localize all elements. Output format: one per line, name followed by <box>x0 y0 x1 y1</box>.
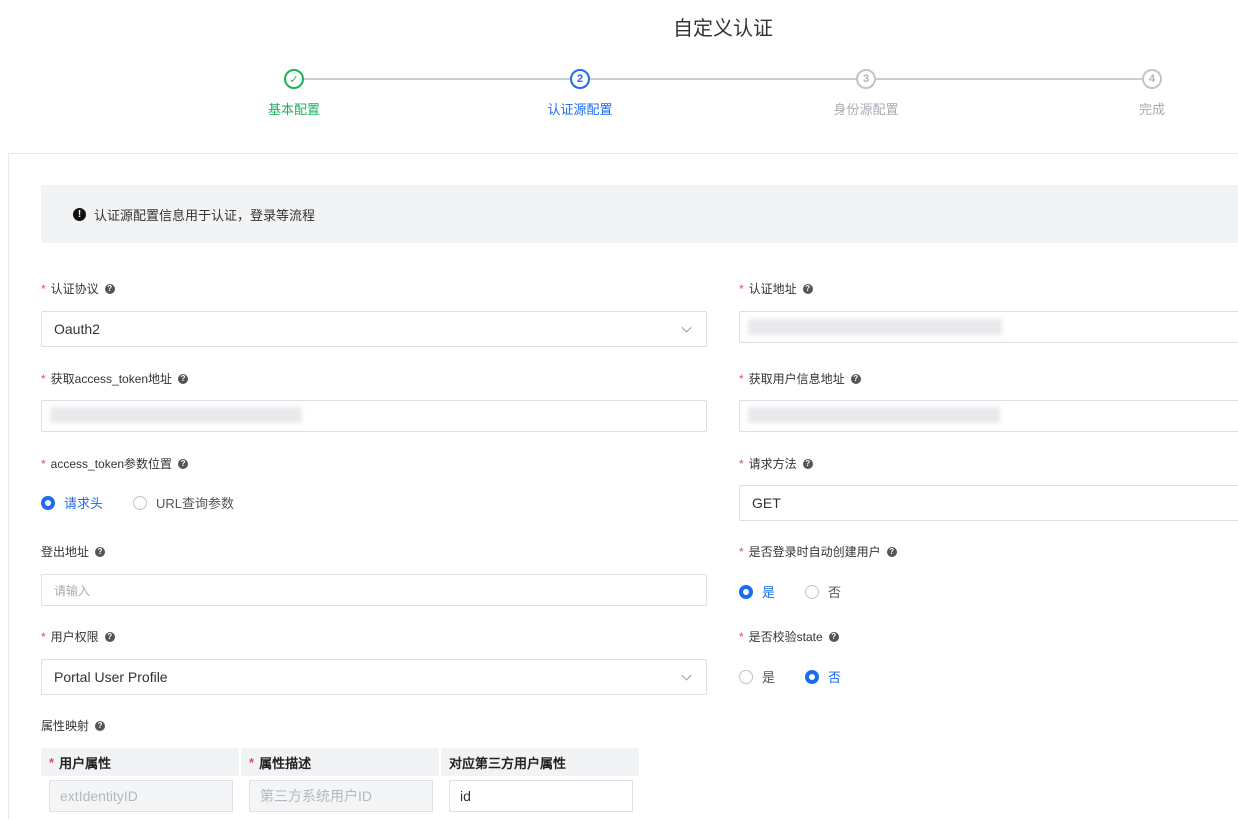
help-icon[interactable]: ? <box>178 458 189 469</box>
help-icon[interactable]: ? <box>104 283 115 294</box>
step-connector <box>304 78 570 80</box>
user-attr-input: extIdentityID <box>49 780 233 812</box>
permission-value: Portal User Profile <box>54 669 168 685</box>
radio-unchecked-icon <box>133 495 148 510</box>
step-3-indicator: 3 <box>856 69 876 89</box>
verify-state-label: * 是否校验state? <box>739 628 839 645</box>
request-method-select[interactable]: GET <box>739 485 1238 521</box>
attr-mapping-label: 属性映射? <box>41 717 106 734</box>
help-icon[interactable]: ? <box>828 631 839 642</box>
request-method-label: * 请求方法? <box>739 455 813 472</box>
help-icon[interactable]: ? <box>95 720 106 731</box>
logout-url-placeholder: 请输入 <box>54 583 91 598</box>
permission-select[interactable]: Portal User Profile <box>41 659 707 695</box>
help-icon[interactable]: ? <box>850 373 861 384</box>
attr-mapping-table: * 用户属性 * 属性描述 对应第三方用户属性 extIdentityID 第三方系… <box>41 748 641 816</box>
auth-url-label: * 认证地址? <box>739 280 813 297</box>
radio-auto-create-no[interactable]: 否 <box>805 582 841 601</box>
redacted-value <box>748 319 1002 335</box>
help-icon[interactable]: ? <box>178 373 189 384</box>
auto-create-label: * 是否登录时自动创建用户? <box>739 543 897 560</box>
radio-auto-create-yes[interactable]: 是 <box>739 582 775 601</box>
redacted-value <box>748 407 1000 423</box>
step-2-label: 认证源配置 <box>547 102 613 117</box>
auto-create-radio-group: 是 否 <box>739 582 871 601</box>
info-notice: ! 认证源配置信息用于认证，登录等流程 <box>41 185 1238 243</box>
step-connector <box>590 78 856 80</box>
radio-checked-icon <box>739 584 753 599</box>
radio-checked-icon <box>41 495 55 510</box>
table-header: * 用户属性 * 属性描述 对应第三方用户属性 <box>41 748 641 776</box>
third-party-attr-input[interactable]: id <box>449 780 633 812</box>
verify-state-radio-group: 是 否 <box>739 667 871 686</box>
step-2-indicator: 2 <box>570 69 590 89</box>
token-position-radio-group: 请求头 URL查询参数 <box>41 493 264 512</box>
help-icon[interactable]: ? <box>886 546 897 557</box>
auth-url-input[interactable] <box>739 311 1238 343</box>
userinfo-url-input[interactable] <box>739 400 1238 432</box>
radio-header[interactable]: 请求头 <box>41 493 103 512</box>
logout-url-label: 登出地址? <box>41 543 106 560</box>
help-icon[interactable]: ? <box>802 458 813 469</box>
step-connector <box>876 78 1142 80</box>
step-1-label: 基本配置 <box>267 102 321 117</box>
redacted-value <box>50 407 302 423</box>
token-position-label: * access_token参数位置? <box>41 455 189 472</box>
exclamation-icon: ! <box>73 207 86 221</box>
help-icon[interactable]: ? <box>802 283 813 294</box>
protocol-label: * 认证协议? <box>41 280 115 297</box>
token-url-input[interactable] <box>41 400 707 432</box>
page-title: 自定义认证 <box>673 18 773 40</box>
step-4-label: 完成 <box>1138 102 1166 117</box>
radio-unchecked-icon <box>805 584 820 599</box>
radio-checked-icon <box>805 669 820 684</box>
notice-text: 认证源配置信息用于认证，登录等流程 <box>94 207 316 223</box>
radio-verify-state-no[interactable]: 否 <box>805 667 841 686</box>
attr-desc-input: 第三方系统用户ID <box>249 780 433 812</box>
protocol-select[interactable]: Oauth2 <box>41 311 707 347</box>
step-4-indicator: 4 <box>1142 69 1162 89</box>
step-3-label: 身份源配置 <box>833 102 899 117</box>
radio-unchecked-icon <box>739 669 753 684</box>
protocol-value: Oauth2 <box>54 321 100 337</box>
column-header: * 属性描述 <box>241 748 441 776</box>
step-1-check-icon: ✓ <box>284 69 304 89</box>
userinfo-url-label: * 获取用户信息地址? <box>739 370 861 387</box>
table-row: extIdentityID 第三方系统用户ID id <box>41 776 641 816</box>
stepper: ✓ 2 3 4 基本配置 认证源配置 身份源配置 完成 <box>0 66 1238 126</box>
logout-url-input[interactable]: 请输入 <box>41 574 707 606</box>
help-icon[interactable]: ? <box>95 546 106 557</box>
column-header: 对应第三方用户属性 <box>441 748 641 776</box>
permission-label: * 用户权限? <box>41 628 115 645</box>
column-header: * 用户属性 <box>41 748 241 776</box>
radio-url-query[interactable]: URL查询参数 <box>133 493 234 512</box>
help-icon[interactable]: ? <box>104 631 115 642</box>
token-url-label: * 获取access_token地址? <box>41 370 189 387</box>
request-method-value: GET <box>752 495 781 511</box>
radio-verify-state-yes[interactable]: 是 <box>739 667 775 686</box>
